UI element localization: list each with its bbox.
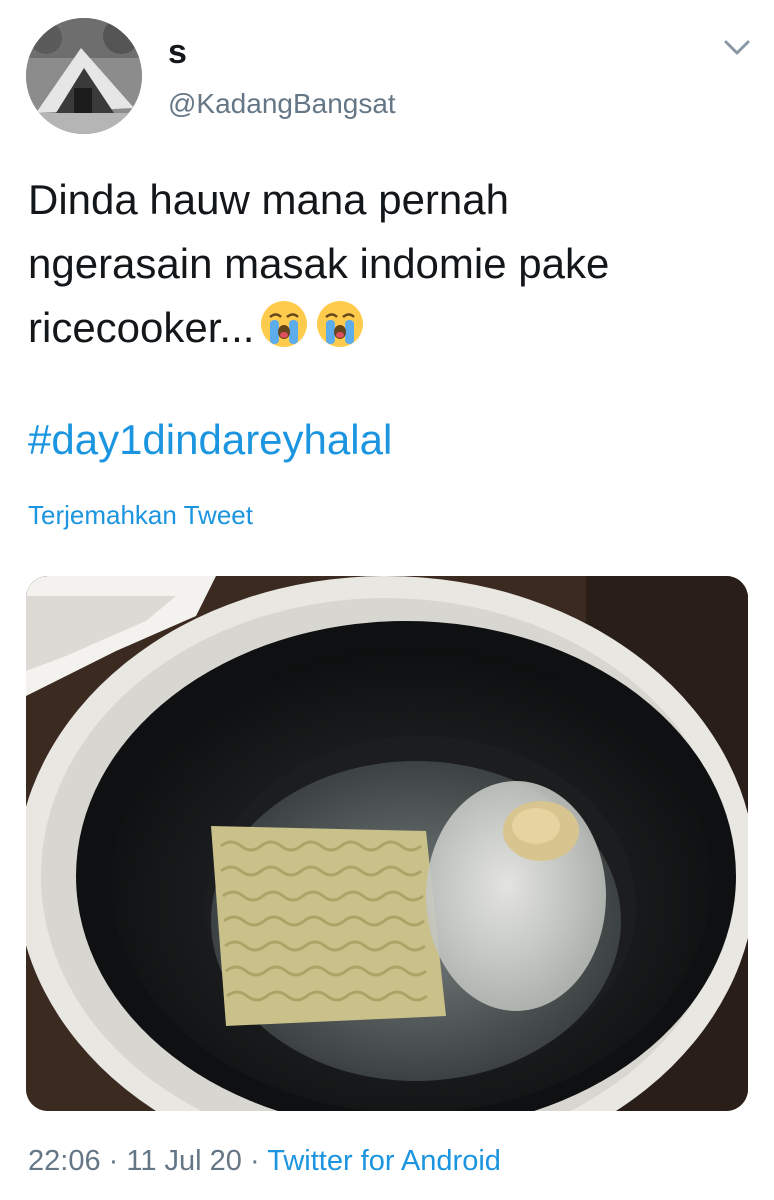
tweet-text-line: ngerasain masak indomie pake [28, 240, 610, 287]
user-handle[interactable]: @KadangBangsat [168, 88, 396, 120]
tweet-source-link[interactable]: Twitter for Android [267, 1145, 501, 1177]
meta-separator: · [108, 1145, 119, 1177]
tweet-header: s @KadangBangsat [0, 0, 774, 150]
display-name[interactable]: s [168, 34, 187, 70]
avatar-tent-photo [26, 18, 142, 134]
tweet-text-line-with-emoji: ricecooker... [28, 296, 748, 360]
translate-tweet-link[interactable]: Terjemahkan Tweet [28, 498, 253, 532]
tweet-photo[interactable] [26, 576, 748, 1111]
tweet-text-segment: ricecooker... [28, 304, 255, 351]
tweet-date: 11 Jul 20 [126, 1145, 242, 1177]
meta-separator: · [249, 1145, 260, 1177]
chevron-down-icon[interactable] [722, 36, 752, 60]
tweet-meta: 22:06 · 11 Jul 20 · Twitter for Android [28, 1142, 501, 1180]
hashtag-link[interactable]: #day1dindareyhalal [28, 412, 392, 468]
tweet-time: 22:06 [28, 1145, 101, 1177]
loudly-crying-face-icon [258, 298, 310, 350]
avatar[interactable] [26, 18, 142, 134]
tweet-text-line: Dinda hauw mana pernah [28, 176, 509, 223]
loudly-crying-face-icon [314, 298, 366, 350]
tweet-text: Dinda hauw mana pernah ngerasain masak i… [28, 168, 748, 360]
rice-cooker-photo [26, 576, 748, 1111]
